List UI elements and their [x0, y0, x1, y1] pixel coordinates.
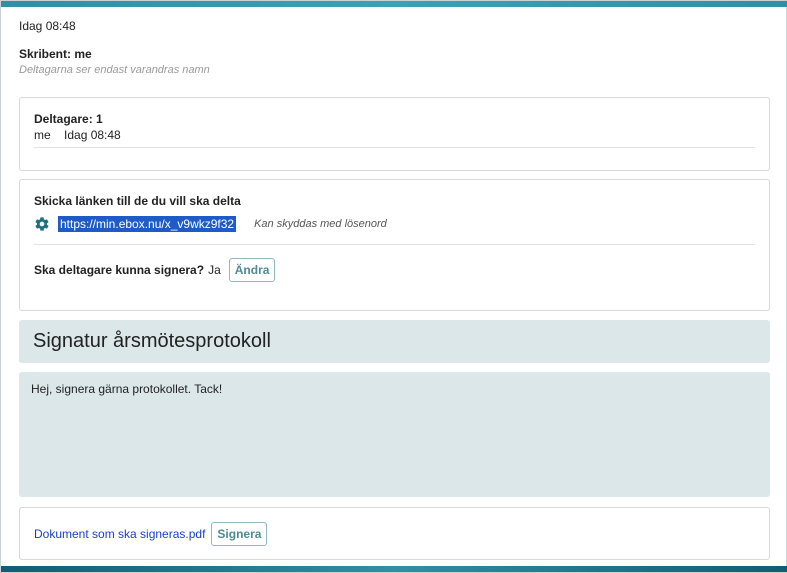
share-link-url[interactable]: https://min.ebox.nu/x_v9wkz9f32 — [58, 216, 237, 232]
share-link-label: Skicka länken till de du vill ska delta — [34, 194, 241, 208]
message-panel: Hej, signera gärna protokollet. Tack! — [19, 372, 770, 497]
participant-row: me Idag 08:48 — [34, 128, 131, 142]
top-accent-bar — [1, 1, 787, 7]
sign-button[interactable]: Signera — [211, 522, 268, 546]
share-link-row: https://min.ebox.nu/x_v9wkz9f32 Kan skyd… — [34, 216, 387, 232]
sign-setting-row: Ska deltagare kunna signera? Ja Ändra — [34, 258, 276, 282]
message-text: Hej, signera gärna protokollet. Tack! — [31, 382, 223, 396]
title-panel: Signatur årsmötesprotokoll — [19, 320, 770, 363]
bottom-accent-bar — [1, 566, 787, 572]
share-link-card: Skicka länken till de du vill ska delta … — [19, 179, 770, 311]
created-time: Idag 08:48 — [19, 19, 76, 33]
sign-question: Ska deltagare kunna signera? — [34, 263, 205, 277]
writer-label: Skribent: me — [19, 47, 92, 61]
participant-time: Idag 08:48 — [64, 128, 121, 142]
sign-answer: Ja — [208, 263, 221, 277]
app-window: Idag 08:48 Skribent: me Deltagarna ser e… — [0, 0, 787, 573]
document-card: Dokument som ska signeras.pdf Signera — [19, 507, 770, 560]
participants-card: Deltagare: 1 me Idag 08:48 — [19, 97, 770, 171]
gear-icon[interactable] — [34, 216, 50, 232]
divider — [34, 147, 755, 148]
password-hint: Kan skyddas med lösenord — [254, 218, 387, 230]
participants-count: Deltagare: 1 — [34, 112, 103, 126]
page-title: Signatur årsmötesprotokoll — [33, 330, 271, 352]
writer-hint: Deltagarna ser endast varandras namn — [19, 64, 210, 76]
divider — [34, 244, 755, 245]
document-row: Dokument som ska signeras.pdf Signera — [34, 522, 268, 546]
change-button[interactable]: Ändra — [228, 258, 276, 282]
main-content: Idag 08:48 Skribent: me Deltagarna ser e… — [19, 11, 770, 560]
participant-name: me — [34, 128, 51, 142]
document-link[interactable]: Dokument som ska signeras.pdf — [34, 527, 205, 541]
